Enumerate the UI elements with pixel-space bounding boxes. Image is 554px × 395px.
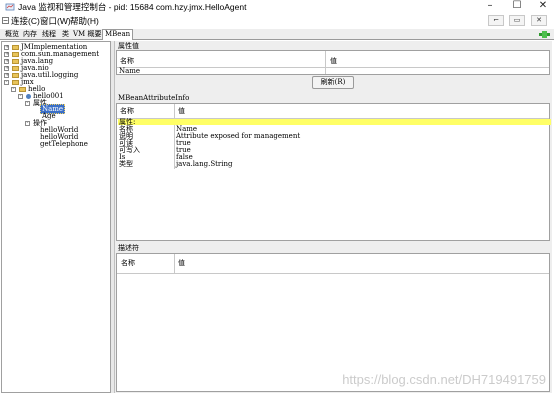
col-header-value: 值 — [178, 259, 185, 267]
expand-icon[interactable]: + — [4, 52, 9, 57]
folder-icon — [12, 66, 19, 71]
column-divider — [174, 254, 175, 273]
refresh-button[interactable]: 刷新(R) — [312, 76, 354, 89]
folder-icon — [12, 73, 19, 78]
mbean-info-table[interactable]: 名称 值 属性: 名称 Name 说明 Attribute exposed fo… — [116, 103, 551, 241]
window-title: Java 监视和管理控制台 - pid: 15684 com.hzy.jmx.H… — [18, 2, 247, 12]
collapse-icon[interactable]: - — [18, 94, 23, 99]
column-divider — [325, 51, 326, 74]
watermark: https://blog.csdn.net/DH719491759 — [342, 372, 546, 387]
header-divider — [117, 273, 549, 274]
tab-threads[interactable]: 线程 — [40, 30, 58, 40]
descriptor-label: 描述符 — [118, 244, 139, 252]
col-header-name: 名称 — [121, 259, 135, 267]
java-app-icon — [5, 3, 15, 11]
menu-help[interactable]: 帮助(H) — [70, 15, 99, 27]
tree-node-op-gettelephone[interactable]: getTelephone — [40, 141, 88, 148]
expand-icon[interactable]: + — [4, 59, 9, 64]
collapse-icon[interactable]: - — [11, 87, 16, 92]
collapse-icon[interactable]: - — [25, 101, 30, 106]
info-row-name: 类型 — [119, 160, 133, 168]
tab-overview[interactable]: 概览 — [3, 30, 21, 40]
expand-icon[interactable]: + — [4, 45, 9, 50]
tab-memory[interactable]: 内存 — [21, 30, 39, 40]
title-bar: Java 监视和管理控制台 - pid: 15684 com.hzy.jmx.H… — [0, 0, 554, 14]
mbean-info-label: MBeanAttributeInfo — [118, 94, 190, 102]
expand-icon[interactable]: + — [4, 73, 9, 78]
app-menu-icon[interactable] — [2, 17, 9, 24]
folder-icon — [19, 87, 26, 92]
mbean-icon — [26, 94, 31, 99]
folder-icon — [12, 80, 19, 85]
attr-row-name: Name — [119, 67, 141, 75]
menu-bar: 连接(C) 窗口(W) 帮助(H) — [0, 14, 554, 28]
close-button[interactable]: ✕ — [533, 0, 553, 14]
collapse-icon[interactable]: - — [25, 121, 30, 126]
mbean-tree[interactable]: + JMImplementation + com.sun.management … — [1, 41, 111, 393]
tab-mbean[interactable]: MBean — [102, 29, 134, 40]
minimize-button[interactable]: – — [480, 0, 500, 14]
col-header-name: 名称 — [120, 57, 134, 65]
tab-classes[interactable]: 类 — [60, 30, 71, 40]
inner-restore-button[interactable]: ▭ — [509, 15, 525, 26]
folder-icon — [12, 59, 19, 64]
folder-icon — [12, 52, 19, 57]
col-header-value: 值 — [330, 57, 337, 65]
col-header-value: 值 — [178, 107, 185, 115]
menu-connection[interactable]: 连接(C) — [11, 15, 40, 27]
attr-values-label: 属性值 — [118, 42, 139, 50]
info-row-value: Attribute exposed for management — [176, 132, 301, 140]
info-row-value: java.lang.String — [176, 160, 233, 168]
inner-minimize-button[interactable]: ⌐ — [488, 15, 504, 26]
column-divider — [174, 104, 175, 169]
collapse-icon[interactable]: - — [4, 80, 9, 85]
folder-icon — [12, 45, 19, 50]
inner-close-button[interactable]: ✕ — [531, 15, 547, 26]
row-divider — [117, 67, 549, 68]
menu-window[interactable]: 窗口(W) — [40, 15, 71, 27]
maximize-button[interactable]: ☐ — [507, 0, 527, 14]
expand-icon[interactable]: + — [4, 66, 9, 71]
tab-bar: 概览 内存 线程 类 VM 概要 MBean — [0, 29, 554, 40]
tab-vm-summary[interactable]: VM 概要 — [71, 30, 103, 40]
connection-status-icon — [539, 31, 550, 38]
col-header-name: 名称 — [120, 107, 134, 115]
details-panel: 属性值 名称 值 Name 刷新(R) MBeanAttributeInfo 名… — [115, 41, 552, 393]
attr-values-table[interactable]: 名称 值 Name — [116, 50, 550, 75]
